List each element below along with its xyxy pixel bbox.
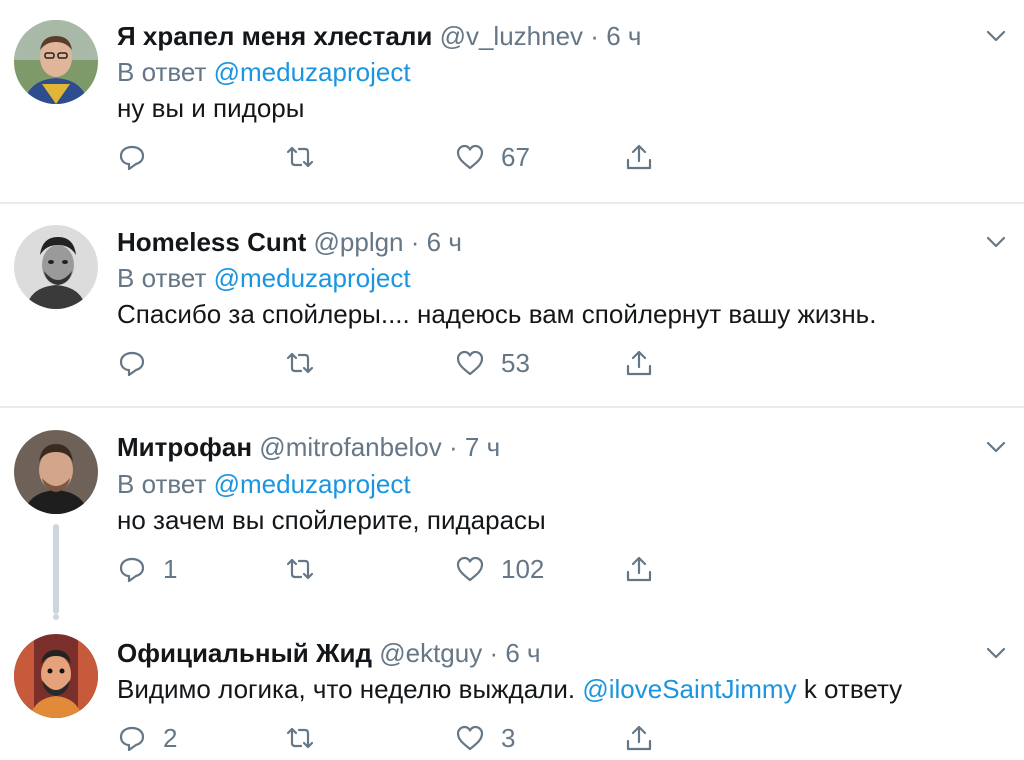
- tweet[interactable]: Официальный Жид @ektguy · 6 ч Видимо лог…: [0, 614, 1024, 760]
- reply-icon: [119, 726, 145, 752]
- reply-to-mention[interactable]: @meduzaproject: [214, 469, 411, 499]
- retweet-button[interactable]: [285, 347, 331, 379]
- user-handle[interactable]: @v_luzhnev: [440, 21, 583, 51]
- reply-to-mention[interactable]: @meduzaproject: [214, 57, 411, 87]
- avatar[interactable]: [14, 430, 98, 514]
- retweet-icon: [286, 352, 314, 374]
- tweet-actions: 53: [117, 347, 677, 379]
- share-icon: [626, 556, 652, 582]
- share-button[interactable]: [624, 553, 654, 585]
- tweet-text-tail: k ответу: [803, 674, 903, 704]
- heart-icon: [456, 725, 484, 751]
- tweet-header: Митрофан @mitrofanbelov · 7 ч: [117, 432, 500, 462]
- retweet-button[interactable]: [285, 722, 331, 754]
- avatar-photo: [14, 225, 98, 309]
- share-button[interactable]: [624, 722, 654, 754]
- share-button[interactable]: [624, 347, 654, 379]
- heart-icon: [456, 144, 484, 170]
- separator-dot: ·: [449, 432, 458, 462]
- thread-line: [53, 614, 59, 620]
- like-button[interactable]: 102: [455, 553, 544, 585]
- display-name[interactable]: Официальный Жид: [117, 638, 372, 668]
- chevron-down-icon[interactable]: [984, 641, 1008, 665]
- timestamp[interactable]: 7 ч: [465, 432, 500, 462]
- reply-button[interactable]: 2: [117, 722, 177, 754]
- avatar-photo: [14, 430, 98, 514]
- tweet-text: Видимо логика, что неделю выждали. @ilov…: [117, 674, 902, 704]
- tweet[interactable]: Я храпел меня хлестали @v_luzhnev · 6 ч …: [0, 0, 1024, 204]
- tweet-text-main: Видимо логика, что неделю выждали.: [117, 674, 576, 704]
- user-handle[interactable]: @pplgn: [314, 227, 404, 257]
- timestamp[interactable]: 6 ч: [606, 21, 641, 51]
- display-name[interactable]: Митрофан: [117, 432, 252, 462]
- chevron-down-icon[interactable]: [984, 435, 1008, 459]
- share-icon: [626, 725, 652, 751]
- chevron-down-icon[interactable]: [984, 230, 1008, 254]
- share-icon: [626, 144, 652, 170]
- reply-button[interactable]: 1: [117, 553, 177, 585]
- timestamp[interactable]: 6 ч: [505, 638, 540, 668]
- like-count: 53: [501, 347, 530, 378]
- timestamp[interactable]: 6 ч: [427, 227, 462, 257]
- avatar-photo: [14, 20, 98, 104]
- user-handle[interactable]: @mitrofanbelov: [259, 432, 441, 462]
- tweet-header: Homeless Cunt @pplgn · 6 ч: [117, 227, 462, 257]
- reply-context: В ответ @meduzaproject: [117, 57, 411, 87]
- tweet-text: Спасибо за спойлеры.... надеюсь вам спой…: [117, 299, 877, 329]
- display-name[interactable]: Homeless Cunt: [117, 227, 306, 257]
- reply-to-mention[interactable]: @meduzaproject: [214, 263, 411, 293]
- tweet[interactable]: Митрофан @mitrofanbelov · 7 ч В ответ @m…: [0, 408, 1024, 614]
- tweet-actions: 2 3: [117, 722, 677, 754]
- tweet[interactable]: Homeless Cunt @pplgn · 6 ч В ответ @medu…: [0, 204, 1024, 408]
- separator-dot: ·: [489, 638, 499, 668]
- reply-button[interactable]: [117, 347, 163, 379]
- retweet-button[interactable]: [285, 141, 331, 173]
- retweet-icon: [286, 146, 314, 168]
- reply-count: 1: [163, 553, 178, 584]
- retweet-icon: [286, 558, 314, 580]
- chevron-down-icon[interactable]: [984, 24, 1008, 48]
- avatar[interactable]: [14, 225, 98, 309]
- share-button[interactable]: [624, 141, 654, 173]
- tweet-header: Официальный Жид @ektguy · 6 ч: [117, 638, 541, 668]
- reply-prefix: В ответ: [117, 263, 207, 293]
- like-count: 102: [501, 553, 545, 584]
- like-count: 3: [501, 722, 516, 753]
- display-name[interactable]: Я храпел меня хлестали: [117, 21, 432, 51]
- reply-prefix: В ответ: [117, 469, 207, 499]
- tweet-text: ну вы и пидоры: [117, 93, 305, 123]
- avatar[interactable]: [14, 20, 98, 104]
- reply-context: В ответ @meduzaproject: [117, 263, 411, 293]
- like-button[interactable]: 3: [455, 722, 515, 754]
- retweet-button[interactable]: [285, 553, 331, 585]
- like-button[interactable]: 53: [455, 347, 530, 379]
- tweet-actions: 1 102: [117, 553, 677, 585]
- tweet-text: но зачем вы спойлерите, пидарасы: [117, 505, 546, 535]
- reply-button[interactable]: [117, 141, 163, 173]
- mention-link[interactable]: @iloveSaintJimmy: [582, 674, 796, 704]
- like-count: 67: [501, 141, 530, 172]
- like-button[interactable]: 67: [455, 141, 530, 173]
- reply-prefix: В ответ: [117, 57, 207, 87]
- separator-dot: ·: [590, 21, 599, 51]
- user-handle[interactable]: @ektguy: [379, 638, 482, 668]
- retweet-icon: [286, 727, 314, 749]
- reply-icon: [119, 145, 145, 171]
- avatar-photo: [14, 634, 98, 718]
- share-icon: [626, 350, 652, 376]
- heart-icon: [456, 556, 484, 582]
- reply-icon: [119, 557, 145, 583]
- tweet-header: Я храпел меня хлестали @v_luzhnev · 6 ч: [117, 21, 641, 51]
- avatar[interactable]: [14, 634, 98, 718]
- reply-context: В ответ @meduzaproject: [117, 469, 411, 499]
- thread-line: [53, 524, 59, 614]
- separator-dot: ·: [410, 227, 420, 257]
- reply-icon: [119, 351, 145, 377]
- heart-icon: [456, 350, 484, 376]
- reply-count: 2: [163, 722, 178, 753]
- tweet-actions: 67: [117, 141, 677, 173]
